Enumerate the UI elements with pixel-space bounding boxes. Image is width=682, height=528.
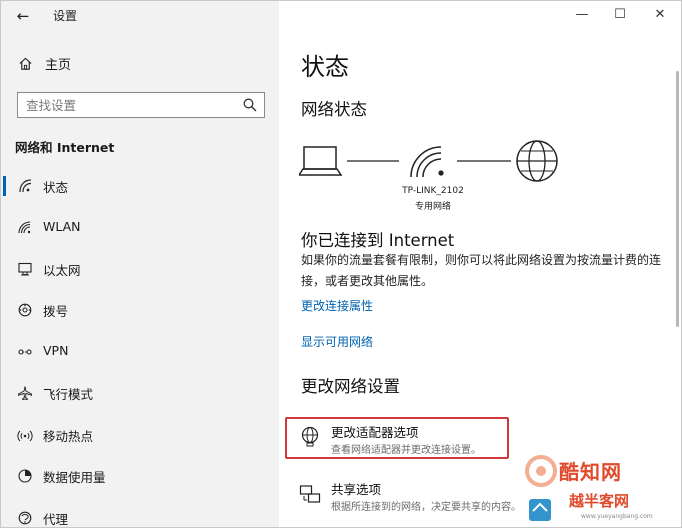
minimize-button[interactable]: — bbox=[565, 4, 599, 26]
search-input[interactable] bbox=[26, 96, 226, 114]
sidebar-item-label: 拨号 bbox=[43, 304, 69, 319]
watermark-url: www.yueyangbang.com bbox=[581, 513, 653, 520]
globe-icon bbox=[516, 140, 558, 182]
active-indicator bbox=[3, 176, 6, 196]
airplane-icon bbox=[17, 385, 33, 401]
change-connection-properties-link[interactable]: 更改连接属性 bbox=[301, 297, 373, 314]
search-icon[interactable] bbox=[242, 97, 258, 113]
vpn-icon bbox=[17, 344, 33, 360]
sidebar-item-data-usage[interactable]: 数据使用量 bbox=[1, 456, 279, 496]
hotspot-icon bbox=[17, 427, 33, 443]
data-usage-icon bbox=[17, 468, 33, 484]
sidebar-item-dialup[interactable]: 拨号 bbox=[1, 290, 279, 330]
watermark-text: 酷知网 bbox=[559, 460, 622, 484]
network-type: 专用网络 bbox=[414, 202, 451, 212]
sidebar-item-home[interactable]: 主页 bbox=[17, 53, 71, 73]
sidebar-item-vpn[interactable]: VPN bbox=[1, 332, 279, 372]
page-title: 状态 bbox=[301, 53, 349, 81]
sidebar-item-label: VPN bbox=[43, 343, 69, 358]
sidebar-item-status[interactable]: 状态 bbox=[1, 166, 279, 206]
show-available-networks-link[interactable]: 显示可用网络 bbox=[301, 333, 373, 350]
ethernet-icon bbox=[17, 261, 33, 277]
sidebar-item-wlan[interactable]: WLAN bbox=[1, 208, 279, 248]
sidebar-item-ethernet[interactable]: 以太网 bbox=[1, 249, 279, 289]
sharing-options[interactable]: 共享选项 根据所连接到的网络，决定要共享的内容。 bbox=[287, 475, 521, 519]
sidebar-item-airplane-mode[interactable]: 飞行模式 bbox=[1, 373, 279, 413]
watermark-text: 越半客网 bbox=[569, 492, 630, 510]
dialup-icon bbox=[17, 302, 33, 318]
highlight-box bbox=[285, 417, 509, 459]
sidebar-item-label: 主页 bbox=[45, 57, 72, 73]
change-settings-heading: 更改网络设置 bbox=[301, 377, 400, 396]
option-description: 根据所连接到的网络，决定要共享的内容。 bbox=[331, 502, 521, 513]
search-box[interactable] bbox=[17, 92, 265, 118]
wifi-signal-icon bbox=[410, 146, 444, 178]
wifi-icon bbox=[17, 220, 33, 236]
section-title: 网络和 Internet bbox=[15, 140, 115, 155]
network-name: TP-LINK_2102 bbox=[402, 186, 464, 196]
sidebar-item-label: 状态 bbox=[43, 180, 69, 195]
sidebar-item-label: 以太网 bbox=[43, 263, 81, 278]
connected-description: 如果你的流量套餐有限制，则你可以将此网络设置为按流量计费的连接，或者更改其他属性… bbox=[301, 253, 662, 288]
scrollbar-thumb[interactable] bbox=[676, 71, 679, 327]
app-title: 设置 bbox=[53, 9, 78, 23]
sidebar-item-label: 飞行模式 bbox=[43, 387, 94, 402]
sidebar-item-mobile-hotspot[interactable]: 移动热点 bbox=[1, 415, 279, 455]
network-status-heading: 网络状态 bbox=[301, 100, 367, 119]
proxy-icon bbox=[17, 510, 33, 526]
sidebar-item-label: 代理 bbox=[43, 512, 69, 527]
sidebar-item-label: WLAN bbox=[43, 219, 81, 234]
sidebar-item-label: 移动热点 bbox=[43, 429, 94, 444]
laptop-icon bbox=[299, 146, 343, 176]
option-title: 共享选项 bbox=[331, 482, 382, 497]
status-icon bbox=[17, 178, 33, 194]
settings-window: ← 设置 主页 网络和 Internet 状态 WLAN bbox=[0, 0, 682, 528]
sidebar: ← 设置 主页 网络和 Internet 状态 WLAN bbox=[1, 1, 279, 527]
sharing-icon bbox=[299, 483, 321, 505]
home-icon bbox=[17, 55, 33, 71]
connected-heading: 你已连接到 Internet bbox=[301, 231, 455, 250]
back-button[interactable]: ← bbox=[11, 5, 35, 27]
sidebar-item-label: 数据使用量 bbox=[43, 470, 106, 485]
sidebar-item-proxy[interactable]: 代理 bbox=[1, 498, 279, 528]
maximize-button[interactable]: ☐ bbox=[603, 4, 637, 26]
close-button[interactable]: ✕ bbox=[643, 4, 677, 26]
